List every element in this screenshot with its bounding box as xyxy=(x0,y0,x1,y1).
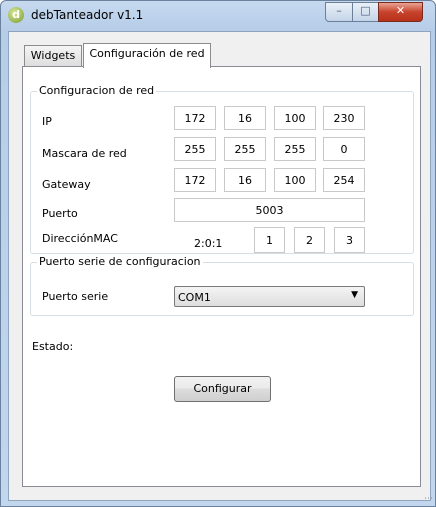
mac-octet-2[interactable]: 2 xyxy=(294,227,325,253)
mask-octet-1[interactable]: 255 xyxy=(174,137,216,161)
app-icon: d xyxy=(8,7,24,23)
client-area: Widgets Configuración de red Configuraci… xyxy=(8,31,431,501)
minimize-button[interactable]: – xyxy=(325,2,353,22)
mac-label: DirecciónMAC xyxy=(42,232,118,245)
mask-octet-4[interactable]: 0 xyxy=(323,137,365,161)
window-title: debTanteador v1.1 xyxy=(31,8,144,22)
title-bar[interactable]: d debTanteador v1.1 – □ ✕ xyxy=(1,1,435,31)
mac-prefix: 2:0:1 xyxy=(194,237,223,250)
gateway-octet-3[interactable]: 100 xyxy=(274,168,316,192)
tab-configuracion-de-red[interactable]: Configuración de red xyxy=(83,43,211,68)
configure-button[interactable]: Configurar xyxy=(174,376,271,402)
gateway-label: Gateway xyxy=(42,178,91,191)
ip-octet-4[interactable]: 230 xyxy=(323,106,365,130)
mask-octet-3[interactable]: 255 xyxy=(274,137,316,161)
gateway-octet-1[interactable]: 172 xyxy=(174,168,216,192)
gateway-octet-2[interactable]: 16 xyxy=(224,168,266,192)
mac-octet-1[interactable]: 1 xyxy=(254,227,285,253)
resize-grip-icon[interactable]: ⋯ xyxy=(424,494,433,504)
serial-port-label: Puerto serie xyxy=(42,290,109,303)
chevron-down-icon: ▼ xyxy=(351,290,358,300)
ip-label: IP xyxy=(42,115,52,128)
close-button[interactable]: ✕ xyxy=(378,2,423,22)
network-group-title: Configuracion de red xyxy=(37,84,157,97)
app-window: d debTanteador v1.1 – □ ✕ Widgets Config… xyxy=(0,0,436,507)
mask-octet-2[interactable]: 255 xyxy=(224,137,266,161)
port-label: Puerto xyxy=(42,207,78,220)
serial-port-select[interactable]: COM1 ▼ xyxy=(174,286,365,307)
mac-octet-3[interactable]: 3 xyxy=(334,227,365,253)
ip-octet-1[interactable]: 172 xyxy=(174,106,216,130)
maximize-button[interactable]: □ xyxy=(352,2,379,22)
ip-octet-2[interactable]: 16 xyxy=(224,106,266,130)
ip-octet-3[interactable]: 100 xyxy=(274,106,316,130)
tab-panel: Configuracion de red IP 172 16 100 230 M… xyxy=(22,66,421,487)
gateway-octet-4[interactable]: 254 xyxy=(323,168,365,192)
status-label: Estado: xyxy=(32,340,74,353)
tab-widgets[interactable]: Widgets xyxy=(24,45,82,67)
serial-port-value: COM1 xyxy=(178,291,211,304)
serial-group-title: Puerto serie de configuracion xyxy=(37,255,203,268)
mask-label: Mascara de red xyxy=(42,147,127,160)
port-field[interactable]: 5003 xyxy=(174,198,365,222)
